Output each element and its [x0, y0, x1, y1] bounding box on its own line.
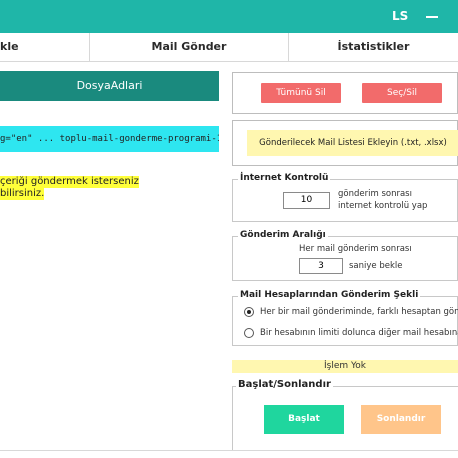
internet-check-text1: gönderim sonrası [338, 189, 412, 199]
send-mode-legend: Mail Hesaplarından Gönderim Şekli [238, 290, 421, 300]
file-names-header: DosyaAdlari [0, 71, 219, 101]
minimize-icon[interactable] [426, 16, 438, 18]
send-mode-radio-2[interactable] [244, 328, 254, 338]
send-interval-legend: Gönderim Aralığı [238, 230, 328, 240]
tab-statistics[interactable]: İstatistikler [289, 33, 458, 61]
start-stop-legend: Başlat/Sonlandır [236, 379, 333, 390]
tab-upload[interactable]: kle [0, 33, 40, 61]
send-mode-radio-1[interactable] [244, 307, 254, 317]
add-mail-list-button[interactable]: Gönderilecek Mail Listesi Ekleyin (.txt,… [247, 130, 458, 156]
select-delete-button[interactable]: Seç/Sil [362, 83, 442, 103]
content-note-line2: bilirsiniz. [0, 188, 45, 200]
status-label: İşlem Yok [232, 360, 458, 373]
send-interval-input[interactable]: 3 [299, 258, 343, 274]
internet-check-legend: İnternet Kontrolü [238, 173, 331, 183]
content-note: çeriği göndermek isterseniz bilirsiniz. [0, 176, 139, 200]
clear-all-button[interactable]: Tümünü Sil [261, 83, 341, 103]
send-interval-text2: saniye bekle [349, 261, 403, 271]
send-mode-option1[interactable]: Her bir mail gönderiminde, farklı hesapt… [260, 307, 458, 318]
tab-bar: kle Mail Gönder İstatistikler [0, 33, 458, 62]
delete-panel: Tümünü Sil Seç/Sil [232, 72, 458, 114]
send-interval-group: Her mail gönderim sonrası 3 saniye bekle [232, 236, 458, 281]
internet-check-text2: internet kontrolü yap [338, 201, 428, 211]
send-mode-group: Her bir mail gönderiminde, farklı hesapt… [232, 296, 458, 346]
file-list-item[interactable]: g="en" ... toplu-mail-gonderme-programi-… [0, 126, 219, 152]
add-list-panel: Gönderilecek Mail Listesi Ekleyin (.txt,… [232, 120, 458, 166]
start-button[interactable]: Başlat [264, 405, 344, 434]
bottom-divider [0, 450, 458, 451]
start-stop-group: Başlat Sonlandır [232, 386, 458, 450]
internet-check-input[interactable]: 10 [283, 192, 330, 209]
send-mode-option2[interactable]: Bir hesabının limiti dolunca diğer mail … [260, 328, 458, 339]
stop-button[interactable]: Sonlandır [361, 405, 441, 434]
title-bar: LS [0, 0, 458, 33]
send-interval-text1: Her mail gönderim sonrası [299, 244, 412, 254]
internet-check-group: 10 gönderim sonrası internet kontrolü ya… [232, 179, 458, 222]
tab-send-mail[interactable]: Mail Gönder [90, 33, 288, 61]
content-note-line1: çeriği göndermek isterseniz [0, 176, 139, 188]
app-title: LS [392, 9, 409, 23]
